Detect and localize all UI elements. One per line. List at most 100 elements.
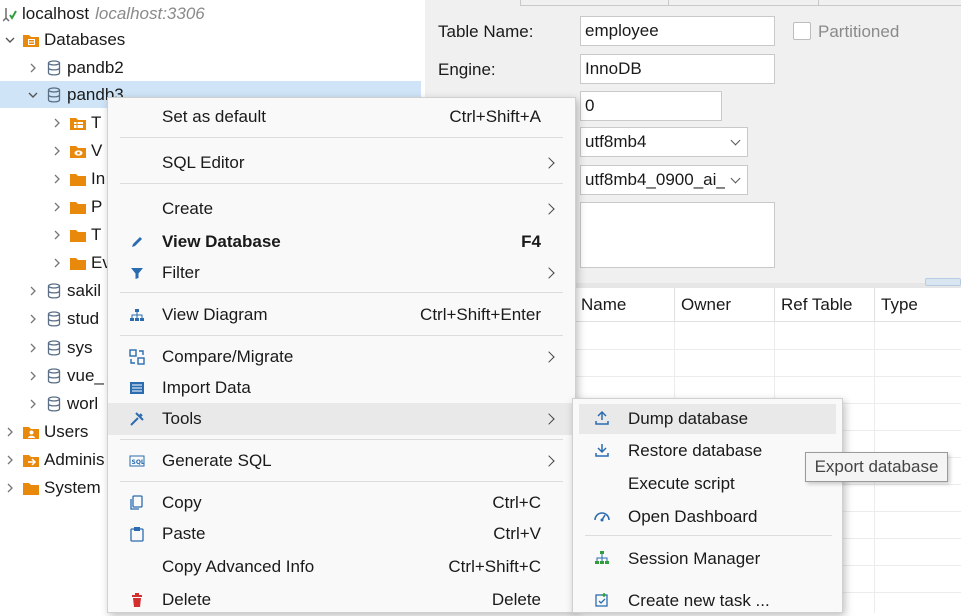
tables-folder-icon	[69, 114, 87, 132]
databases-folder-icon	[22, 31, 40, 49]
chevron-right-icon[interactable]	[25, 340, 41, 356]
database-icon	[45, 395, 63, 413]
auto-increment-input[interactable]: 0	[580, 91, 722, 121]
chevron-right-icon	[543, 203, 555, 215]
tools-icon	[128, 410, 146, 428]
tree-node-tables[interactable]: T	[0, 109, 101, 136]
chevron-right-icon[interactable]	[2, 424, 18, 440]
menu-item-copy-advanced-info[interactable]: Copy Advanced Info Ctrl+Shift+C	[108, 552, 575, 582]
column-header-owner[interactable]: Owner	[675, 288, 775, 322]
tree-node-database[interactable]: stud	[0, 305, 99, 332]
tree-node-database[interactable]: pandb2	[0, 54, 124, 81]
chevron-right-icon[interactable]	[49, 255, 65, 271]
database-name: worl	[67, 393, 99, 413]
chevron-right-icon[interactable]	[2, 452, 18, 468]
chevron-right-icon[interactable]	[25, 368, 41, 384]
tree-node-label: Users	[44, 421, 89, 441]
chevron-right-icon[interactable]	[25, 283, 41, 299]
column-header-name[interactable]: Name	[575, 288, 675, 322]
chevron-down-icon[interactable]	[2, 32, 18, 48]
chevron-right-icon[interactable]	[49, 199, 65, 215]
tree-node-users[interactable]: Users	[0, 418, 88, 445]
tooltip: Export database	[805, 452, 948, 482]
views-folder-icon	[69, 142, 87, 160]
tree-node-database[interactable]: sys	[0, 334, 93, 361]
menu-item-view-diagram[interactable]: View Diagram Ctrl+Shift+Enter	[108, 300, 575, 330]
column-header-type[interactable]: Type	[875, 288, 961, 322]
folder-icon	[69, 226, 87, 244]
menu-item-sql-editor[interactable]: SQL Editor	[108, 148, 575, 178]
database-name: sakil	[67, 280, 102, 300]
submenu-item-create-new-task[interactable]: Create new task ...	[579, 586, 836, 616]
menu-item-paste[interactable]: Paste Ctrl+V	[108, 519, 575, 549]
users-folder-icon	[22, 423, 40, 441]
menu-item-set-as-default[interactable]: Set as default Ctrl+Shift+A	[108, 102, 575, 132]
database-name: pandb2	[67, 57, 124, 77]
chevron-right-icon[interactable]	[2, 480, 18, 496]
chevron-right-icon	[543, 413, 555, 425]
collation-select[interactable]: utf8mb4_0900_ai_	[580, 165, 748, 195]
databases-label: Databases	[44, 29, 126, 49]
tree-node-database[interactable]: sakil	[0, 277, 101, 304]
tree-node-label: System	[44, 477, 101, 497]
tree-node-views[interactable]: V	[0, 137, 102, 164]
connection-name: localhost	[22, 3, 90, 23]
editor-tab-strip	[520, 0, 961, 6]
import-icon	[128, 379, 146, 397]
menu-item-tools[interactable]: Tools	[108, 403, 575, 435]
partitioned-checkbox[interactable]	[793, 22, 811, 40]
submenu-item-dump-database[interactable]: Dump database	[579, 404, 836, 434]
chevron-right-icon[interactable]	[49, 143, 65, 159]
database-icon	[45, 282, 63, 300]
system-folder-icon	[22, 479, 40, 497]
tree-node-system[interactable]: System	[0, 474, 101, 501]
chevron-right-icon[interactable]	[25, 396, 41, 412]
chevron-right-icon[interactable]	[49, 171, 65, 187]
menu-item-filter[interactable]: Filter	[108, 258, 575, 288]
menu-item-import-data[interactable]: Import Data	[108, 373, 575, 403]
tree-node-administer[interactable]: Adminis	[0, 446, 104, 473]
database-name: stud	[67, 308, 100, 328]
submenu-item-execute-script[interactable]: Execute script	[579, 469, 836, 499]
database-context-menu: Set as default Ctrl+Shift+A SQL Editor C…	[107, 97, 576, 613]
tools-submenu: Dump database Restore database Execute s…	[572, 398, 843, 613]
chevron-right-icon[interactable]	[25, 60, 41, 76]
menu-item-generate-sql[interactable]: SQL Generate SQL	[108, 446, 575, 476]
tree-node-procedures[interactable]: P	[0, 193, 102, 220]
database-icon	[45, 310, 63, 328]
menu-item-create[interactable]: Create	[108, 194, 575, 224]
chevron-right-icon[interactable]	[25, 311, 41, 327]
tree-node-databases[interactable]: Databases	[0, 26, 125, 53]
menu-item-delete[interactable]: Delete Delete	[108, 585, 575, 615]
chevron-down-icon[interactable]	[25, 87, 41, 103]
menu-item-copy[interactable]: Copy Ctrl+C	[108, 488, 575, 518]
submenu-item-open-dashboard[interactable]: Open Dashboard	[579, 502, 836, 532]
submenu-item-session-manager[interactable]: Session Manager	[579, 544, 836, 574]
download-icon	[593, 441, 611, 459]
svg-text:SQL: SQL	[132, 459, 145, 466]
tree-node-indexes[interactable]: In	[0, 165, 105, 192]
chevron-right-icon[interactable]	[49, 227, 65, 243]
folder-label: T	[91, 224, 102, 244]
tree-node-connection[interactable]: localhost localhost:3306	[0, 0, 205, 27]
tree-node-triggers[interactable]: T	[0, 221, 101, 248]
connection-status-icon	[2, 6, 18, 22]
menu-item-compare-migrate[interactable]: Compare/Migrate	[108, 342, 575, 372]
folder-label: P	[91, 196, 103, 216]
tree-node-database[interactable]: vue_	[0, 362, 104, 389]
menu-item-view-database[interactable]: View Database F4	[108, 227, 575, 257]
table-name-input[interactable]: employee	[580, 16, 775, 46]
chevron-right-icon[interactable]	[49, 115, 65, 131]
folder-label: V	[91, 140, 103, 160]
paste-icon	[128, 525, 146, 543]
tree-node-events[interactable]: Ev	[0, 249, 111, 276]
comment-textarea[interactable]	[580, 202, 775, 268]
collapse-panel-button[interactable]	[925, 278, 961, 286]
submenu-item-restore-database[interactable]: Restore database	[579, 436, 836, 466]
charset-select[interactable]: utf8mb4	[580, 127, 748, 157]
tree-node-database[interactable]: worl	[0, 390, 98, 417]
column-header-ref-table[interactable]: Ref Table	[775, 288, 875, 322]
engine-select[interactable]: InnoDB	[580, 54, 775, 84]
chevron-right-icon	[543, 267, 555, 279]
database-name: vue_	[67, 365, 104, 385]
